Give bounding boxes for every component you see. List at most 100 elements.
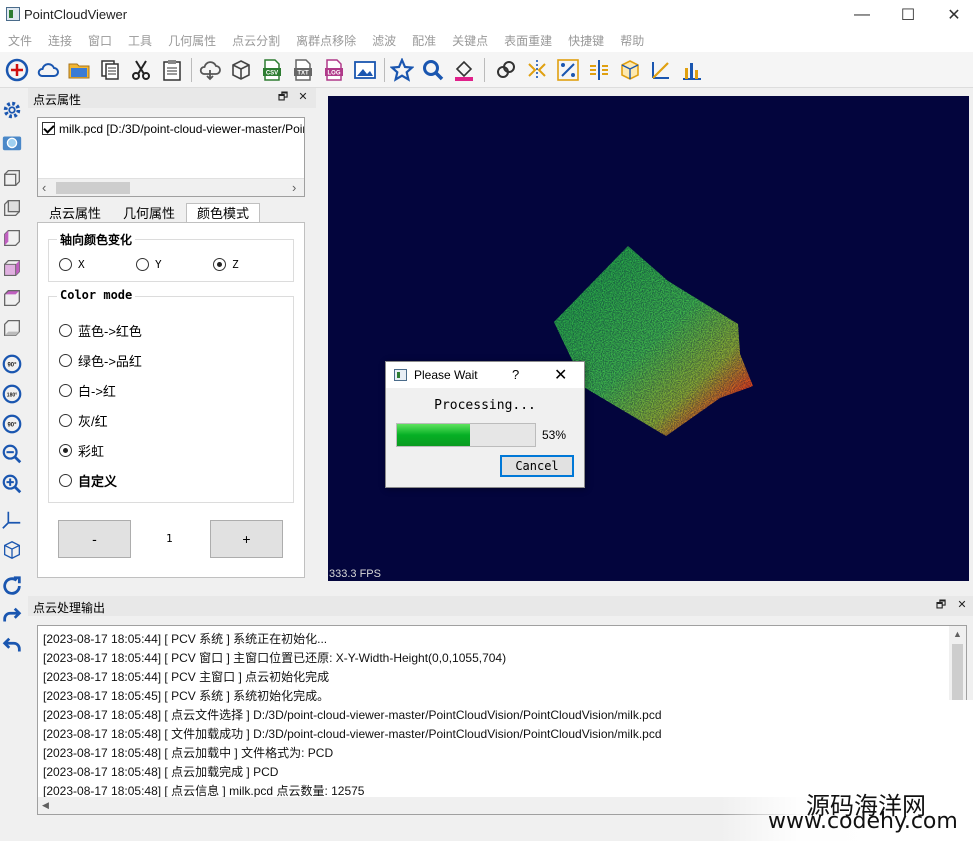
segment-icon[interactable] — [523, 56, 551, 84]
minimize-button[interactable]: — — [839, 0, 885, 30]
wireframe-cube-icon[interactable] — [0, 538, 24, 562]
menu-filter[interactable]: 滤波 — [364, 30, 404, 52]
zoom-out-icon[interactable] — [0, 442, 24, 466]
gear-icon[interactable] — [0, 98, 24, 122]
close-button[interactable]: ✕ — [931, 0, 973, 30]
increment-button[interactable]: + — [210, 520, 283, 558]
radio-blue-red-label: 蓝色->红色 — [78, 324, 142, 339]
output-dock-close-icon[interactable]: ✕ — [955, 598, 969, 612]
log-line: [2023-08-17 18:05:44] [ PCV 主窗口 ] 点云初始化完… — [43, 670, 330, 684]
radio-green-magenta[interactable]: 绿色->品红 — [59, 351, 142, 370]
radio-white-red[interactable]: 白->红 — [59, 381, 116, 400]
scroll-left-icon[interactable]: ◀ — [42, 800, 49, 811]
radio-axis-z[interactable]: Z — [213, 258, 239, 271]
progress-fill — [397, 424, 471, 446]
dialog-close-button[interactable]: ✕ — [554, 365, 567, 385]
cloud-download-icon[interactable] — [196, 56, 224, 84]
cancel-button[interactable]: Cancel — [500, 455, 574, 477]
align-icon[interactable] — [585, 56, 613, 84]
menu-tools[interactable]: 工具 — [120, 30, 160, 52]
tab-geometry-props[interactable]: 几何属性 — [112, 203, 186, 223]
clipboard-icon[interactable] — [158, 56, 186, 84]
menu-shortcuts[interactable]: 快捷键 — [560, 30, 612, 52]
scroll-up-icon[interactable]: ▲ — [953, 629, 962, 639]
list-item[interactable]: milk.pcd [D:/3D/point-cloud-viewer-maste… — [42, 122, 304, 138]
title-bar: PointCloudViewer — ☐ ✕ — [0, 0, 973, 30]
radio-axis-x[interactable]: X — [59, 258, 85, 271]
cube-bottom-icon[interactable] — [0, 316, 24, 340]
menu-help[interactable]: 帮助 — [612, 30, 652, 52]
star-icon[interactable] — [388, 56, 416, 84]
dialog-help-button[interactable]: ? — [512, 367, 519, 382]
menu-geometry[interactable]: 几何属性 — [160, 30, 224, 52]
radio-blue-red[interactable]: 蓝色->红色 — [59, 321, 142, 340]
scissors-icon[interactable] — [127, 56, 155, 84]
csv-label: CSV — [266, 71, 278, 77]
scroll-left-icon[interactable]: ‹ — [42, 180, 46, 195]
cube-right-icon[interactable] — [0, 256, 24, 280]
csv-icon[interactable]: CSV — [258, 56, 286, 84]
menu-outlier-removal[interactable]: 离群点移除 — [288, 30, 364, 52]
menu-segmentation[interactable]: 点云分割 — [224, 30, 288, 52]
radio-green-magenta-label: 绿色->品红 — [78, 354, 142, 369]
progress-bar — [396, 423, 536, 447]
rotate-180-icon[interactable]: 180° — [0, 382, 24, 406]
watermark-url: www.codehy.com — [768, 809, 958, 834]
cube-top-icon[interactable] — [0, 286, 24, 310]
image-icon[interactable] — [351, 56, 379, 84]
menu-surface[interactable]: 表面重建 — [496, 30, 560, 52]
bar-chart-icon[interactable] — [678, 56, 706, 84]
fps-counter: 333.3 FPS — [329, 568, 381, 580]
scroll-right-icon[interactable]: › — [292, 180, 296, 195]
file-list[interactable]: milk.pcd [D:/3D/point-cloud-viewer-maste… — [37, 117, 305, 197]
cube-back-icon[interactable] — [0, 196, 24, 220]
menu-window[interactable]: 窗口 — [80, 30, 120, 52]
scrollbar-thumb[interactable] — [56, 182, 130, 194]
point-cloud — [554, 246, 753, 436]
tab-color-mode[interactable]: 颜色模式 — [186, 203, 261, 223]
props-dock-float-icon[interactable]: 🗗 — [276, 90, 290, 104]
radio-gray-red[interactable]: 灰/红 — [59, 411, 108, 430]
link-icon[interactable] — [492, 56, 520, 84]
axes-icon[interactable] — [0, 508, 24, 532]
menu-keypoints[interactable]: 关键点 — [444, 30, 496, 52]
radio-custom[interactable]: 自定义 — [59, 471, 117, 490]
output-dock-float-icon[interactable]: 🗗 — [934, 598, 948, 612]
txt-icon[interactable]: TXT — [289, 56, 317, 84]
menu-registration[interactable]: 配准 — [404, 30, 444, 52]
cloud-icon[interactable] — [34, 56, 62, 84]
horizontal-scrollbar[interactable]: ‹ › — [38, 178, 304, 196]
file-visible-checkbox[interactable] — [42, 122, 55, 135]
copy-icon[interactable] — [96, 56, 124, 84]
camera-icon[interactable] — [0, 130, 24, 154]
search-icon[interactable] — [419, 56, 447, 84]
tab-cloud-props[interactable]: 点云属性 — [38, 203, 112, 223]
log-icon[interactable]: LOG — [320, 56, 348, 84]
radio-axis-y[interactable]: Y — [136, 258, 162, 271]
box-icon[interactable] — [616, 56, 644, 84]
rotate-90-icon[interactable]: 90° — [0, 352, 24, 376]
refresh-icon[interactable] — [0, 574, 24, 598]
cube-export-icon[interactable] — [227, 56, 255, 84]
undo-icon[interactable] — [0, 634, 24, 658]
cube-front-icon[interactable] — [0, 166, 24, 190]
rotate-270-icon[interactable]: 90° — [0, 412, 24, 436]
zoom-in-icon[interactable] — [0, 472, 24, 496]
menu-file[interactable]: 文件 — [0, 30, 40, 52]
props-dock-close-icon[interactable]: ✕ — [296, 90, 310, 104]
radio-rainbow[interactable]: 彩虹 — [59, 441, 104, 460]
redo-icon[interactable] — [0, 604, 24, 628]
percent-icon[interactable] — [554, 56, 582, 84]
render-viewport[interactable]: 333.3 FPS — [328, 96, 969, 581]
props-tabs: 点云属性 几何属性 颜色模式 — [38, 203, 261, 223]
radio-axis-y-label: Y — [155, 258, 162, 271]
cube-left-icon[interactable] — [0, 226, 24, 250]
decrement-button[interactable]: - — [58, 520, 131, 558]
log-line: [2023-08-17 18:05:48] [ 点云加载完成 ] PCD — [43, 765, 279, 779]
add-icon[interactable] — [3, 56, 31, 84]
paint-bucket-icon[interactable] — [450, 56, 478, 84]
maximize-button[interactable]: ☐ — [885, 0, 931, 30]
folder-icon[interactable] — [65, 56, 93, 84]
axis-icon[interactable] — [647, 56, 675, 84]
menu-connect[interactable]: 连接 — [40, 30, 80, 52]
